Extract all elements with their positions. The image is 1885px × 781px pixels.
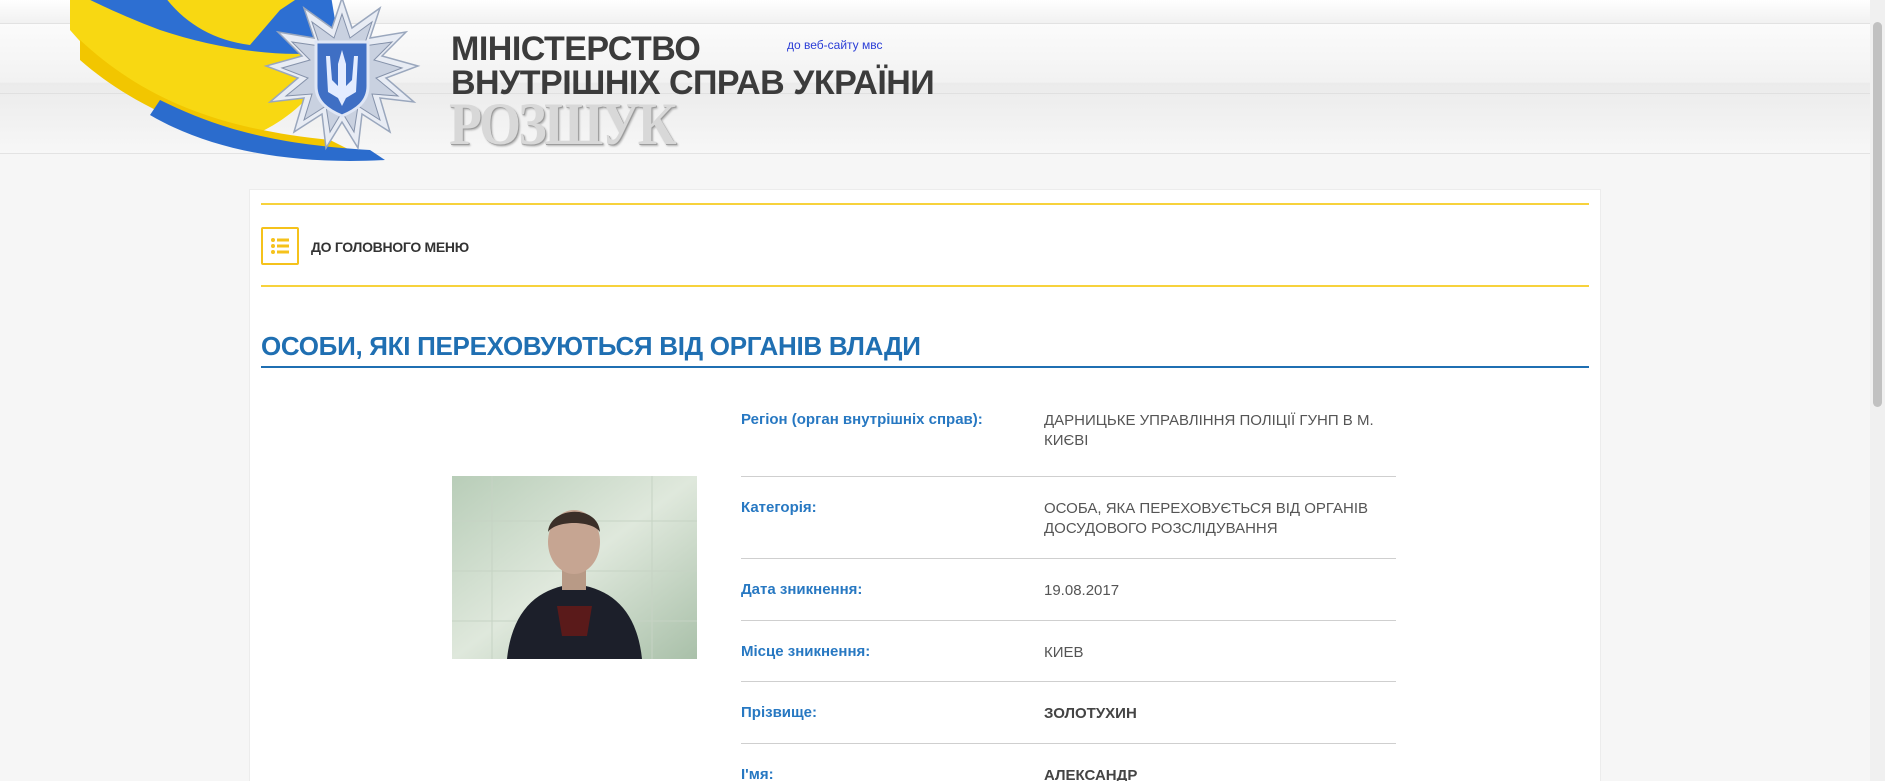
- detail-label: Категорія:: [741, 499, 817, 516]
- mvs-website-link[interactable]: до веб-сайту мвс: [787, 38, 883, 52]
- detail-row-date: Дата зникнення: 19.08.2017: [741, 559, 1396, 621]
- detail-value: ОСОБА, ЯКА ПЕРЕХОВУЄТЬСЯ ВІД ОРГАНІВ ДОС…: [1044, 500, 1369, 537]
- detail-row-surname: Прізвище: ЗОЛОТУХИН: [741, 682, 1396, 744]
- detail-label: Місце зникнення:: [741, 643, 871, 660]
- back-to-main-menu-link[interactable]: ДО ГОЛОВНОГО МЕНЮ: [311, 239, 469, 255]
- detail-value: АЛЕКСАНДР: [1044, 767, 1138, 781]
- search-section-logo-text: РОЗШУК: [449, 91, 677, 157]
- detail-row-name: І'мя: АЛЕКСАНДР: [741, 744, 1396, 781]
- detail-label: Дата зникнення:: [741, 581, 863, 598]
- detail-value: 19.08.2017: [1044, 582, 1120, 599]
- page-scrollbar[interactable]: [1870, 0, 1885, 781]
- detail-label: Прізвище:: [741, 704, 818, 721]
- scrollbar-thumb[interactable]: [1873, 22, 1882, 407]
- list-menu-icon[interactable]: [261, 227, 299, 265]
- person-details: Регіон (орган внутрішніх справ): ДАРНИЦЬ…: [741, 395, 1396, 781]
- detail-value: КИЕВ: [1044, 644, 1084, 661]
- page-title: ОСОБИ, ЯКІ ПЕРЕХОВУЮТЬСЯ ВІД ОРГАНІВ ВЛА…: [261, 331, 921, 361]
- detail-value: ЗОЛОТУХИН: [1044, 705, 1137, 722]
- detail-label: І'мя:: [741, 766, 774, 781]
- detail-label: Регіон (орган внутрішніх справ):: [741, 411, 983, 428]
- detail-row-category: Категорія: ОСОБА, ЯКА ПЕРЕХОВУЄТЬСЯ ВІД …: [741, 477, 1396, 559]
- detail-value: ДАРНИЦЬКЕ УПРАВЛІННЯ ПОЛІЦІЇ ГУНП В М. К…: [1044, 412, 1374, 449]
- mvs-badge-logo: [250, 0, 435, 155]
- title-divider: [261, 366, 1589, 368]
- main-menu-bar: ДО ГОЛОВНОГО МЕНЮ: [261, 203, 1589, 287]
- detail-row-place: Місце зникнення: КИЕВ: [741, 621, 1396, 682]
- detail-row-region: Регіон (орган внутрішніх справ): ДАРНИЦЬ…: [741, 395, 1396, 477]
- person-photo: [452, 476, 697, 659]
- content-card: ДО ГОЛОВНОГО МЕНЮ ОСОБИ, ЯКІ ПЕРЕХОВУЮТЬ…: [249, 189, 1601, 781]
